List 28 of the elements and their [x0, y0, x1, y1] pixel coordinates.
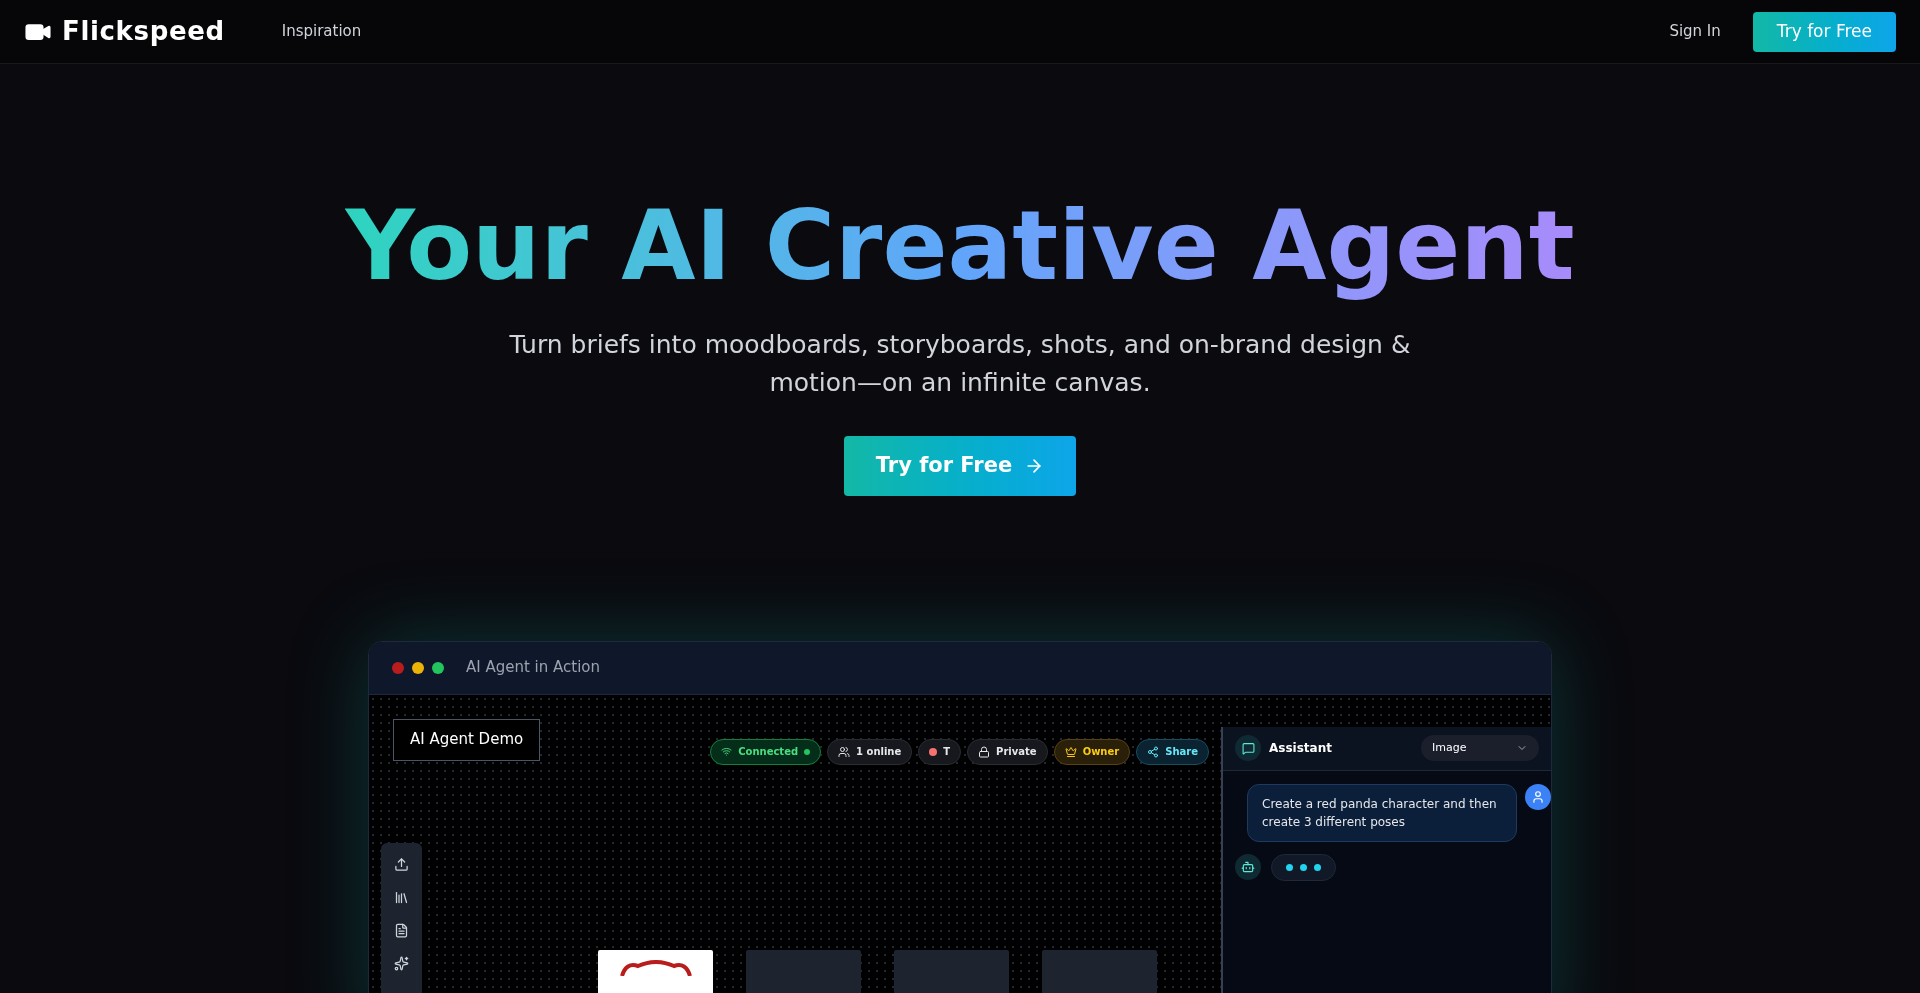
user-chip[interactable]: T — [918, 738, 962, 765]
private-chip[interactable]: Private — [967, 738, 1048, 765]
users-icon — [838, 745, 851, 758]
robot-icon — [1241, 860, 1255, 875]
upload-icon[interactable] — [394, 856, 409, 872]
board-title[interactable]: AI Agent Demo — [393, 718, 541, 761]
typing-indicator — [1271, 853, 1336, 881]
sign-in-link[interactable]: Sign In — [1669, 20, 1721, 43]
user-avatar-icon — [1531, 789, 1545, 804]
nav-link[interactable]: Inspiration — [281, 20, 362, 43]
mode-dropdown[interactable]: Image — [1421, 735, 1539, 762]
share-icon — [1147, 745, 1160, 758]
library-icon[interactable] — [394, 889, 409, 905]
chat-icon — [1241, 741, 1255, 755]
window-title: AI Agent in Action — [466, 657, 601, 679]
user-message: Create a red panda character and then create 3 different poses — [1247, 783, 1517, 842]
brand-name[interactable]: Flickspeed — [62, 12, 225, 51]
owner-chip[interactable]: Owner — [1053, 738, 1131, 765]
sparkles-icon[interactable] — [394, 955, 409, 971]
wifi-icon — [721, 746, 733, 758]
connected-chip[interactable]: Connected — [710, 738, 822, 765]
assistant-title: Assistant — [1269, 740, 1332, 758]
share-chip[interactable]: Share — [1136, 738, 1209, 765]
hero-subtitle: Turn briefs into moodboards, storyboards, shots, and on-brand design & motion—on an infinite canvas. — [508, 328, 1412, 399]
online-chip[interactable]: 1 online — [827, 738, 913, 765]
document-icon[interactable] — [394, 922, 409, 938]
crown-icon — [1064, 745, 1077, 758]
lock-icon — [978, 745, 991, 758]
